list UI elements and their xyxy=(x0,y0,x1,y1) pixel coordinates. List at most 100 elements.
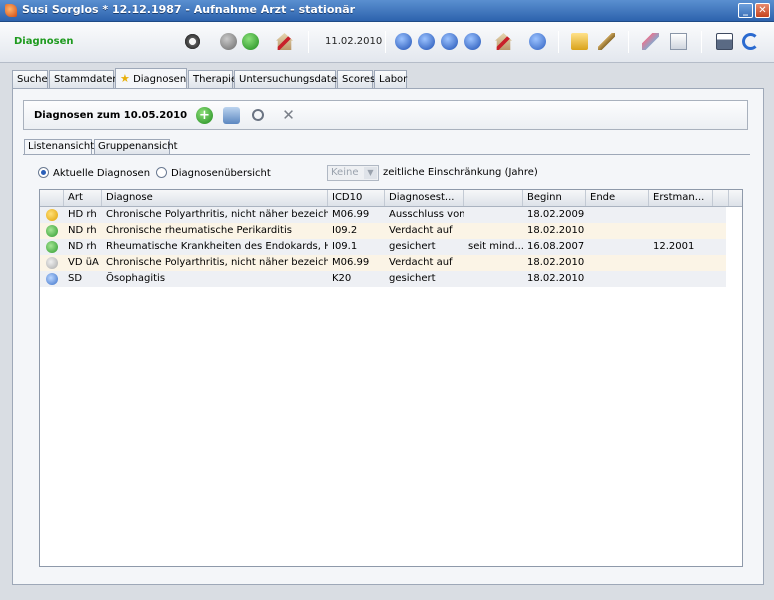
cell-status: gesichert xyxy=(389,241,436,252)
radio-diagnosenuebersicht[interactable]: Diagnosenübersicht xyxy=(156,167,271,181)
cell-icd10: M06.99 xyxy=(332,209,370,220)
gear-icon[interactable] xyxy=(184,33,201,50)
cell-erstman xyxy=(649,255,713,271)
app-icon xyxy=(5,4,17,17)
tab-gruppenansicht[interactable]: Gruppenansicht xyxy=(94,139,178,154)
cell-beginn: 18.02.2010 xyxy=(527,225,585,236)
pen-icon[interactable] xyxy=(598,33,615,50)
table-header: Art Diagnose ICD10 Diagnosest... Beginn … xyxy=(40,190,742,207)
cell-extra: seit mind... xyxy=(468,241,523,252)
star-icon: ★ xyxy=(120,72,130,85)
add-icon[interactable]: + xyxy=(196,107,213,124)
cell-diagnose: Chronische Polyarthritis, nicht näher be… xyxy=(106,209,328,220)
close-button[interactable]: ✕ xyxy=(755,3,770,18)
search-icon[interactable] xyxy=(252,109,264,121)
cell-icd10: M06.99 xyxy=(332,257,370,268)
diagnosen-table: Art Diagnose ICD10 Diagnosest... Beginn … xyxy=(39,189,743,567)
table-row[interactable]: ND rh Rheumatische Krankheiten des Endok… xyxy=(40,239,726,255)
restriction-value: Keine xyxy=(331,167,359,178)
green-dot-icon xyxy=(46,225,58,237)
cell-icd10: I09.1 xyxy=(332,241,358,252)
back-icon[interactable] xyxy=(220,33,237,50)
column-header-diagnose[interactable]: Diagnose xyxy=(102,190,328,206)
minimize-button[interactable]: _ xyxy=(738,3,753,18)
column-header-beginn[interactable]: Beginn xyxy=(523,190,586,206)
cell-diagnose: Chronische Polyarthritis, nicht näher be… xyxy=(106,257,328,268)
cell-ende xyxy=(586,223,649,239)
radio-button[interactable] xyxy=(156,167,167,178)
eraser-icon[interactable] xyxy=(642,33,659,50)
green-dot-icon xyxy=(46,241,58,253)
forward-icon[interactable] xyxy=(242,33,259,50)
cell-icd10: I09.2 xyxy=(332,225,358,236)
cell-beginn: 18.02.2010 xyxy=(527,257,585,268)
tab-diagnosen[interactable]: ★ Diagnosen xyxy=(115,68,187,89)
current-date: 11.02.2010 xyxy=(325,36,383,47)
section-label: Diagnosen xyxy=(14,36,74,47)
refresh-icon[interactable] xyxy=(742,33,759,50)
tab-diagnosen-label: Diagnosen xyxy=(133,74,187,85)
blue-dot-icon xyxy=(46,273,58,285)
tab-untersuchungsdaten[interactable]: Untersuchungsdaten xyxy=(234,70,343,88)
tab-stammdaten[interactable]: Stammdaten xyxy=(49,70,119,88)
cell-status: Ausschluss von xyxy=(389,209,464,220)
delete-icon[interactable]: ✕ xyxy=(280,107,297,124)
radio-label: Diagnosenübersicht xyxy=(171,168,271,179)
divider xyxy=(23,154,750,155)
table-row[interactable]: HD rh Chronische Polyarthritis, nicht nä… xyxy=(40,207,726,223)
cell-beginn: 18.02.2010 xyxy=(527,273,585,284)
tab-listenansicht[interactable]: Listenansicht xyxy=(24,139,94,155)
cell-art: HD rh xyxy=(68,209,97,220)
tab-therapie[interactable]: Therapie xyxy=(188,70,237,88)
column-header-icon xyxy=(40,190,64,206)
window-title: Susi Sorglos * 12.12.1987 - Aufnahme Arz… xyxy=(22,3,356,16)
next-icon[interactable] xyxy=(441,33,458,50)
cell-art: ND rh xyxy=(68,225,97,236)
column-header-ende[interactable]: Ende xyxy=(586,190,649,206)
cell-extra xyxy=(464,207,523,223)
cell-status: Verdacht auf xyxy=(389,257,453,268)
house-icon[interactable] xyxy=(276,33,293,50)
cell-diagnose: Rheumatische Krankheiten des Endokards, … xyxy=(106,241,328,252)
tree-icon[interactable] xyxy=(223,107,240,124)
cell-art: VD üA xyxy=(68,257,99,268)
grey-dot-icon xyxy=(46,257,58,269)
cell-art: SD xyxy=(68,273,83,284)
previous-icon[interactable] xyxy=(418,33,435,50)
restriction-label: zeitliche Einschränkung (Jahre) xyxy=(383,167,538,178)
cell-beginn: 16.08.2007 xyxy=(527,241,585,252)
copy-icon[interactable] xyxy=(670,33,687,50)
column-header-erstmanifestation[interactable]: Erstman... xyxy=(649,190,713,206)
column-header-extra[interactable] xyxy=(464,190,523,206)
cell-ende xyxy=(586,239,649,255)
first-icon[interactable] xyxy=(395,33,412,50)
diagnosen-panel: Diagnosen zum 10.05.2010 + ✕ Listenansic… xyxy=(12,88,764,585)
tab-suche[interactable]: Suche xyxy=(12,70,48,88)
cell-ende xyxy=(586,207,649,223)
folder-icon[interactable] xyxy=(571,33,588,50)
info-icon[interactable] xyxy=(529,33,546,50)
table-row[interactable]: VD üA Chronische Polyarthritis, nicht nä… xyxy=(40,255,726,271)
cell-diagnose: Chronische rheumatische Perikarditis xyxy=(106,225,292,236)
chevron-down-icon: ▼ xyxy=(364,167,377,179)
tab-labor[interactable]: Labor xyxy=(374,70,407,88)
save-icon[interactable] xyxy=(716,33,733,50)
table-row[interactable]: ND rh Chronische rheumatische Perikardit… xyxy=(40,223,726,239)
table-row[interactable]: SD Ösophagitis K20 gesichert 18.02.2010 xyxy=(40,271,726,287)
cell-icd10: K20 xyxy=(332,273,352,284)
cell-ende xyxy=(586,255,649,271)
cell-status: Verdacht auf xyxy=(389,225,453,236)
diagnosen-header: Diagnosen zum 10.05.2010 + ✕ xyxy=(23,100,748,130)
restriction-select[interactable]: Keine ▼ xyxy=(327,165,379,181)
radio-button[interactable] xyxy=(38,167,49,178)
last-icon[interactable] xyxy=(464,33,481,50)
column-header-diagnosestatus[interactable]: Diagnosest... xyxy=(385,190,464,206)
page-title: Diagnosen zum 10.05.2010 xyxy=(34,110,188,121)
radio-aktuelle-diagnosen[interactable]: Aktuelle Diagnosen xyxy=(38,167,150,181)
radio-label: Aktuelle Diagnosen xyxy=(53,168,151,179)
tab-scores[interactable]: Scores xyxy=(337,70,375,88)
star-icon xyxy=(46,209,58,221)
column-header-icd10[interactable]: ICD10 xyxy=(328,190,385,206)
column-header-art[interactable]: Art xyxy=(64,190,102,206)
house-icon[interactable] xyxy=(495,33,512,50)
